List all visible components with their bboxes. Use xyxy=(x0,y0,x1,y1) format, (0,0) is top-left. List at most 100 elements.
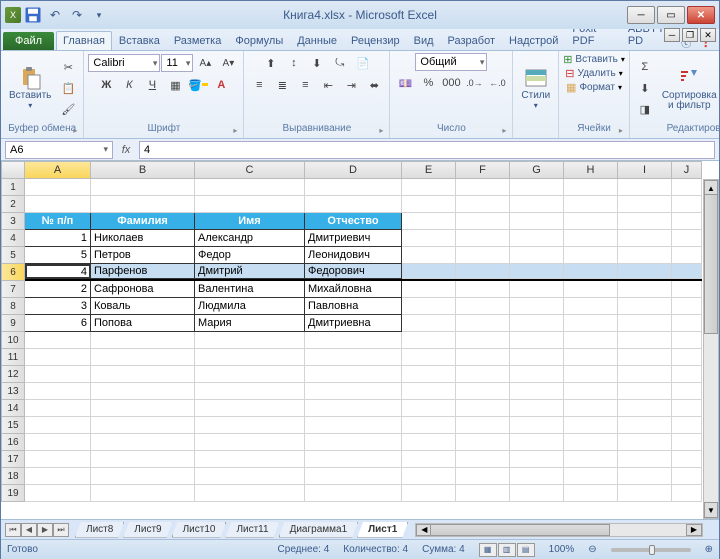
cell-F3[interactable] xyxy=(456,213,510,230)
row-header-17[interactable]: 17 xyxy=(1,451,25,468)
cell-A2[interactable] xyxy=(25,196,91,213)
clear-icon[interactable]: ◨ xyxy=(634,99,656,119)
cell-I7[interactable] xyxy=(618,281,672,298)
cell-D12[interactable] xyxy=(305,366,402,383)
cell-F18[interactable] xyxy=(456,468,510,485)
increase-indent-icon[interactable]: ⇥ xyxy=(340,75,362,95)
col-header-D[interactable]: D xyxy=(305,161,402,179)
cell-E17[interactable] xyxy=(402,451,456,468)
cell-I17[interactable] xyxy=(618,451,672,468)
align-bottom-icon[interactable]: ⬇ xyxy=(306,53,328,73)
grow-font-icon[interactable]: A▴ xyxy=(194,53,216,73)
sheet-tab-Лист10[interactable]: Лист10 xyxy=(172,522,227,538)
cell-A6[interactable]: 4 xyxy=(25,264,91,279)
row-header-6[interactable]: 6 xyxy=(1,264,25,281)
cell-E14[interactable] xyxy=(402,400,456,417)
tab-nav-last[interactable]: ⏭ xyxy=(53,523,69,537)
font-color-button[interactable]: A xyxy=(210,75,232,95)
tab-nav-prev[interactable]: ◀ xyxy=(21,523,37,537)
fx-icon[interactable]: fx xyxy=(117,141,135,159)
col-header-A[interactable]: A xyxy=(25,161,91,179)
cell-D11[interactable] xyxy=(305,349,402,366)
cell-J19[interactable] xyxy=(672,485,702,502)
merge-button[interactable]: ⬌ xyxy=(363,75,385,95)
cell-J10[interactable] xyxy=(672,332,702,349)
cell-G19[interactable] xyxy=(510,485,564,502)
cell-E10[interactable] xyxy=(402,332,456,349)
sort-filter-button[interactable]: Сортировка и фильтр xyxy=(658,64,720,113)
cell-D19[interactable] xyxy=(305,485,402,502)
cell-C13[interactable] xyxy=(195,383,305,400)
vertical-scrollbar[interactable] xyxy=(703,179,719,519)
cell-G18[interactable] xyxy=(510,468,564,485)
tab-nav-first[interactable]: ⏮ xyxy=(5,523,21,537)
cell-D8[interactable]: Павловна xyxy=(305,298,402,315)
cell-A5[interactable]: 5 xyxy=(25,247,91,264)
copy-icon[interactable]: 📋 xyxy=(57,78,79,98)
cell-A8[interactable]: 3 xyxy=(25,298,91,315)
row-header-10[interactable]: 10 xyxy=(1,332,25,349)
cell-F13[interactable] xyxy=(456,383,510,400)
cell-E11[interactable] xyxy=(402,349,456,366)
cell-G10[interactable] xyxy=(510,332,564,349)
cell-B17[interactable] xyxy=(91,451,195,468)
row-header-11[interactable]: 11 xyxy=(1,349,25,366)
cell-G6[interactable] xyxy=(510,264,564,279)
number-format-combo[interactable]: Общий xyxy=(415,53,487,71)
cell-G14[interactable] xyxy=(510,400,564,417)
col-header-J[interactable]: J xyxy=(672,161,702,179)
cell-E5[interactable] xyxy=(402,247,456,264)
cell-B19[interactable] xyxy=(91,485,195,502)
cell-F6[interactable] xyxy=(456,264,510,279)
cell-J13[interactable] xyxy=(672,383,702,400)
cell-F9[interactable] xyxy=(456,315,510,332)
cell-F10[interactable] xyxy=(456,332,510,349)
decrease-indent-icon[interactable]: ⇤ xyxy=(317,75,339,95)
cell-J18[interactable] xyxy=(672,468,702,485)
cell-C6[interactable]: Дмитрий xyxy=(195,264,305,279)
cell-I4[interactable] xyxy=(618,230,672,247)
cell-J1[interactable] xyxy=(672,179,702,196)
cell-F2[interactable] xyxy=(456,196,510,213)
cell-G1[interactable] xyxy=(510,179,564,196)
cell-B11[interactable] xyxy=(91,349,195,366)
cell-F11[interactable] xyxy=(456,349,510,366)
cell-I16[interactable] xyxy=(618,434,672,451)
cell-F17[interactable] xyxy=(456,451,510,468)
cell-F5[interactable] xyxy=(456,247,510,264)
row-header-7[interactable]: 7 xyxy=(1,281,25,298)
tab-formulas[interactable]: Формулы xyxy=(228,31,290,50)
cell-A15[interactable] xyxy=(25,417,91,434)
align-right-icon[interactable]: ≡ xyxy=(294,75,316,95)
align-middle-icon[interactable]: ↕ xyxy=(283,53,305,73)
cell-G7[interactable] xyxy=(510,281,564,298)
cell-C5[interactable]: Федор xyxy=(195,247,305,264)
cell-I9[interactable] xyxy=(618,315,672,332)
cell-H16[interactable] xyxy=(564,434,618,451)
cell-I3[interactable] xyxy=(618,213,672,230)
cell-C10[interactable] xyxy=(195,332,305,349)
insert-cells-icon[interactable]: ⊞ xyxy=(563,53,572,66)
sheet-tab-Лист1[interactable]: Лист1 xyxy=(357,522,408,538)
mdi-minimize[interactable]: ─ xyxy=(664,28,680,42)
row-header-2[interactable]: 2 xyxy=(1,196,25,213)
cell-G5[interactable] xyxy=(510,247,564,264)
cell-B14[interactable] xyxy=(91,400,195,417)
hscroll-thumb[interactable] xyxy=(430,524,610,536)
autosum-icon[interactable]: Σ xyxy=(634,57,656,77)
cell-J6[interactable] xyxy=(672,264,702,279)
cell-F8[interactable] xyxy=(456,298,510,315)
cell-J7[interactable] xyxy=(672,281,702,298)
undo-icon[interactable]: ↶ xyxy=(45,5,65,25)
cell-H4[interactable] xyxy=(564,230,618,247)
tab-data[interactable]: Данные xyxy=(290,31,344,50)
cell-G2[interactable] xyxy=(510,196,564,213)
cell-D7[interactable]: Михайловна xyxy=(305,281,402,298)
cell-D3[interactable]: Отчество xyxy=(305,213,402,230)
cell-B12[interactable] xyxy=(91,366,195,383)
cell-J16[interactable] xyxy=(672,434,702,451)
cell-E4[interactable] xyxy=(402,230,456,247)
cell-E16[interactable] xyxy=(402,434,456,451)
cell-J2[interactable] xyxy=(672,196,702,213)
cell-F16[interactable] xyxy=(456,434,510,451)
